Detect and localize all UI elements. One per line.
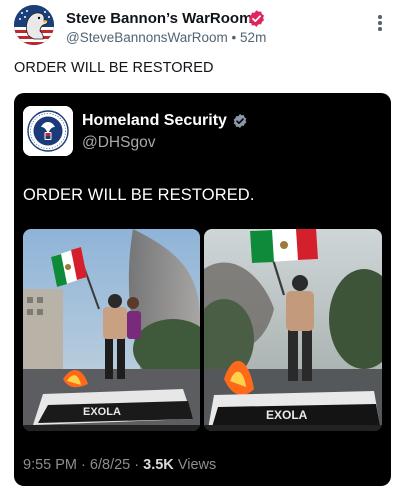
author-name[interactable]: Steve Bannon’s WarRoom: [66, 10, 252, 27]
verified-badge-gray-icon: [233, 114, 247, 128]
more-vertical-icon: [378, 15, 382, 19]
footer-separator: ·: [134, 457, 140, 473]
quoted-time[interactable]: 9:55 PM: [23, 457, 77, 473]
vehicle-lettering: EXOLA: [266, 408, 308, 422]
post-time[interactable]: 52m: [240, 30, 266, 45]
author-meta: @SteveBannonsWarRoom • 52m: [66, 30, 266, 45]
author-handle[interactable]: @SteveBannonsWarRoom: [66, 30, 228, 45]
quoted-post-footer: 9:55 PM · 6/8/25 · 3.5K Views: [23, 457, 216, 473]
quoted-text: ORDER WILL BE RESTORED.: [23, 186, 255, 204]
quoted-author-name[interactable]: Homeland Security: [82, 112, 227, 130]
quoted-author-handle[interactable]: @DHSgov: [82, 134, 155, 152]
media-image-right[interactable]: EXOLA: [204, 229, 382, 431]
quoted-post[interactable]: Homeland Security @DHSgov ORDER WILL BE …: [14, 93, 391, 486]
meta-separator: •: [231, 30, 237, 45]
protest-photo-closeup: EXOLA: [204, 229, 382, 431]
warroom-eagle-logo-icon: [14, 5, 54, 45]
post-header: Steve Bannon’s WarRoom @SteveBannonsWarR…: [14, 5, 394, 45]
footer-separator: ·: [81, 457, 86, 473]
post-text: ORDER WILL BE RESTORED: [14, 60, 214, 76]
dhs-seal-icon: [23, 106, 73, 156]
more-options-button[interactable]: [370, 13, 390, 35]
views-count[interactable]: 3.5K: [143, 457, 174, 473]
dhs-seal-logo[interactable]: [23, 106, 73, 156]
media-image-left[interactable]: EXOLA: [23, 229, 200, 431]
avatar[interactable]: [14, 5, 54, 45]
views-label: Views: [177, 457, 217, 473]
vehicle-lettering: EXOLA: [83, 406, 121, 418]
quoted-date[interactable]: 6/8/25: [90, 457, 130, 473]
protest-photo-wide: EXOLA: [23, 229, 200, 431]
verified-badge-icon: [249, 10, 264, 27]
